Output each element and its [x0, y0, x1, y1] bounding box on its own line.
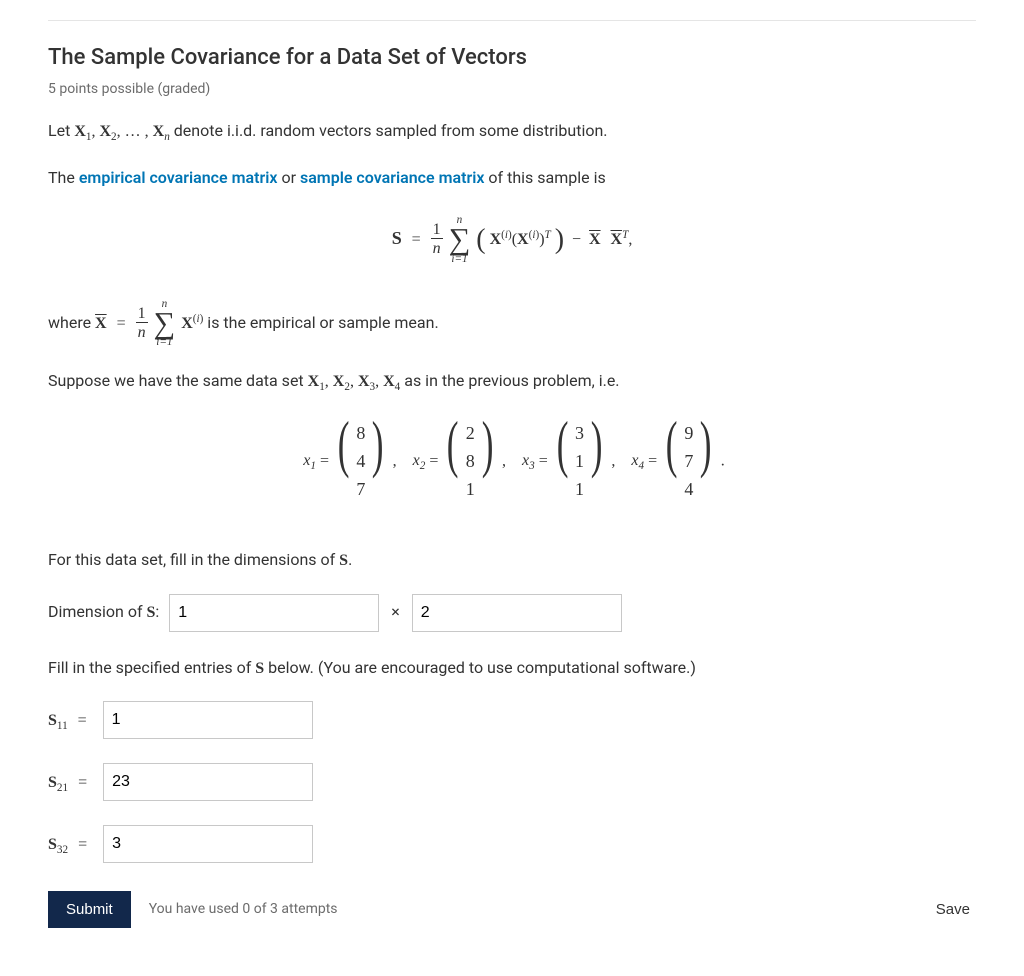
x-sequence: X1, X2, … , Xn: [74, 123, 173, 140]
dimension-input-row: Dimension of S: ×: [48, 594, 976, 632]
s32-input[interactable]: [103, 825, 313, 863]
x-list: X1, X2, X3, X4: [308, 373, 405, 390]
s32-row: S32 =: [48, 825, 976, 863]
s11-input[interactable]: [103, 701, 313, 739]
intro-suffix: denote i.i.d. random vectors sampled fro…: [174, 121, 608, 140]
s21-row: S21 =: [48, 763, 976, 801]
intro-prefix: Let: [48, 121, 74, 140]
vector-definitions: x1= ( 8 4 7 ) , x2= ( 2 8 1 ) , x3= ( 3 …: [48, 416, 976, 508]
paragraph-where: where X = 1n n ∑ i=1 X(i) is the empiric…: [48, 299, 976, 349]
term-sample-cov: sample covariance matrix: [300, 168, 484, 187]
submit-bar: Submit You have used 0 of 3 attempts Sav…: [48, 891, 976, 928]
save-button[interactable]: Save: [930, 900, 976, 919]
attempts-text: You have used 0 of 3 attempts: [149, 899, 930, 921]
paragraph-definition: The empirical covariance matrix or sampl…: [48, 166, 976, 191]
equation-s-definition: S = 1n n ∑ i=1 ( X(i)(X(i))T ) − X XT,: [48, 215, 976, 265]
dimension-rows-input[interactable]: [169, 594, 379, 632]
s11-row: S11 =: [48, 701, 976, 739]
submit-button[interactable]: Submit: [48, 891, 131, 928]
question-entries: Fill in the specified entries of S below…: [48, 656, 976, 682]
problem-title: The Sample Covariance for a Data Set of …: [48, 41, 976, 75]
paragraph-intro: Let X1, X2, … , Xn denote i.i.d. random …: [48, 119, 976, 147]
dimension-label: Dimension of S:: [48, 602, 163, 621]
s11-label: S11 =: [48, 710, 97, 729]
paragraph-dataset: Suppose we have the same data set X1, X2…: [48, 369, 976, 397]
question-dimensions: For this data set, fill in the dimension…: [48, 548, 976, 574]
s32-label: S32 =: [48, 834, 97, 853]
s21-label: S21 =: [48, 772, 97, 791]
grading-info: 5 points possible (graded): [48, 79, 976, 101]
term-empirical-cov: empirical covariance matrix: [79, 168, 278, 187]
dimension-times-symbol: ×: [391, 600, 400, 625]
dimension-cols-input[interactable]: [412, 594, 622, 632]
top-divider: [48, 20, 976, 21]
s21-input[interactable]: [103, 763, 313, 801]
